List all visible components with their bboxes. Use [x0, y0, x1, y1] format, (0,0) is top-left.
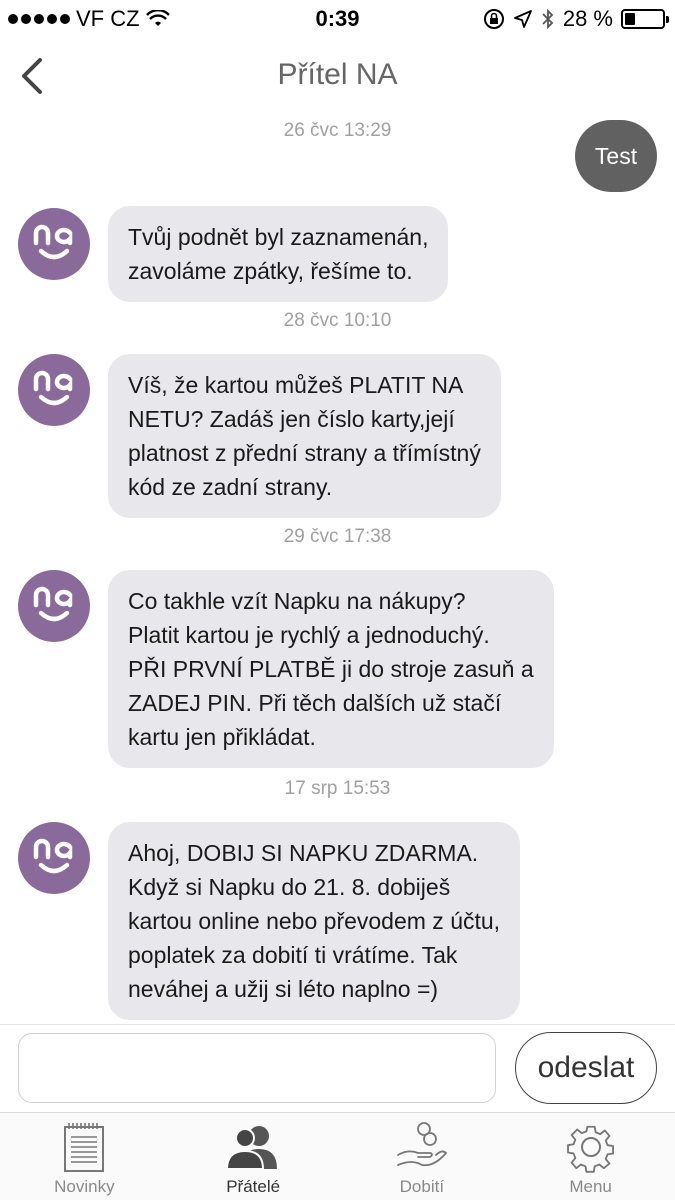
send-button[interactable]: odeslat [515, 1032, 657, 1104]
na-logo-icon [33, 370, 73, 406]
tab-label: Novinky [54, 1177, 115, 1196]
chat-title: Přítel NA [277, 58, 398, 91]
message-timestamp: 17 srp 15:53 [284, 778, 391, 799]
incoming-message: Co takhle vzít Napku na nákupy? Platit k… [108, 570, 554, 768]
status-icons: 28 % [483, 6, 669, 32]
bluetooth-icon [542, 8, 554, 30]
avatar [18, 570, 90, 642]
avatar [18, 822, 90, 894]
message-timestamp: 26 čvc 13:29 [283, 120, 392, 141]
na-logo-icon [33, 838, 73, 874]
location-icon [513, 10, 532, 28]
tab-dobiti[interactable]: Dobití [338, 1113, 507, 1200]
newspaper-icon [64, 1123, 105, 1172]
rotation-lock-icon [483, 9, 504, 29]
incoming-message: Ahoj, DOBIJ SI NAPKU ZDARMA. Když si Nap… [108, 822, 521, 1020]
friends-icon [226, 1126, 278, 1170]
battery-icon [621, 9, 669, 29]
tab-menu[interactable]: Menu [506, 1113, 675, 1200]
message-timestamp: 28 čvc 10:10 [283, 310, 392, 331]
avatar [18, 208, 90, 280]
tab-label: Menu [569, 1177, 612, 1196]
incoming-message: Tvůj podnět byl zaznamenán, zavoláme zpá… [108, 206, 449, 302]
tab-label: Přátelé [226, 1177, 281, 1196]
battery-percent: 28 % [562, 6, 613, 31]
avatar [18, 354, 90, 426]
tab-label: Dobití [399, 1177, 445, 1196]
incoming-message: Víš, že kartou můžeš PLATIT NA NETU? Zad… [108, 354, 501, 518]
message-input[interactable] [18, 1033, 496, 1103]
tab-bar: Novinky Přátelé Dobití Menu [0, 1112, 675, 1200]
chat-header: Přítel NA [0, 40, 675, 112]
na-logo-icon [33, 224, 73, 260]
message-list[interactable]: 26 čvc 13:29 Test Tvůj podnět byl zaznam… [0, 112, 675, 1024]
gear-icon [566, 1125, 614, 1173]
message-timestamp: 29 čvc 17:38 [283, 526, 392, 547]
top-up-icon [396, 1122, 448, 1167]
outgoing-message: Test [575, 120, 657, 192]
tab-novinky[interactable]: Novinky [0, 1113, 169, 1200]
status-bar: VF CZ 0:39 28 % [0, 0, 675, 40]
na-logo-icon [33, 586, 73, 622]
compose-bar: odeslat [0, 1024, 675, 1112]
tab-pratele[interactable]: Přátelé [169, 1113, 338, 1200]
